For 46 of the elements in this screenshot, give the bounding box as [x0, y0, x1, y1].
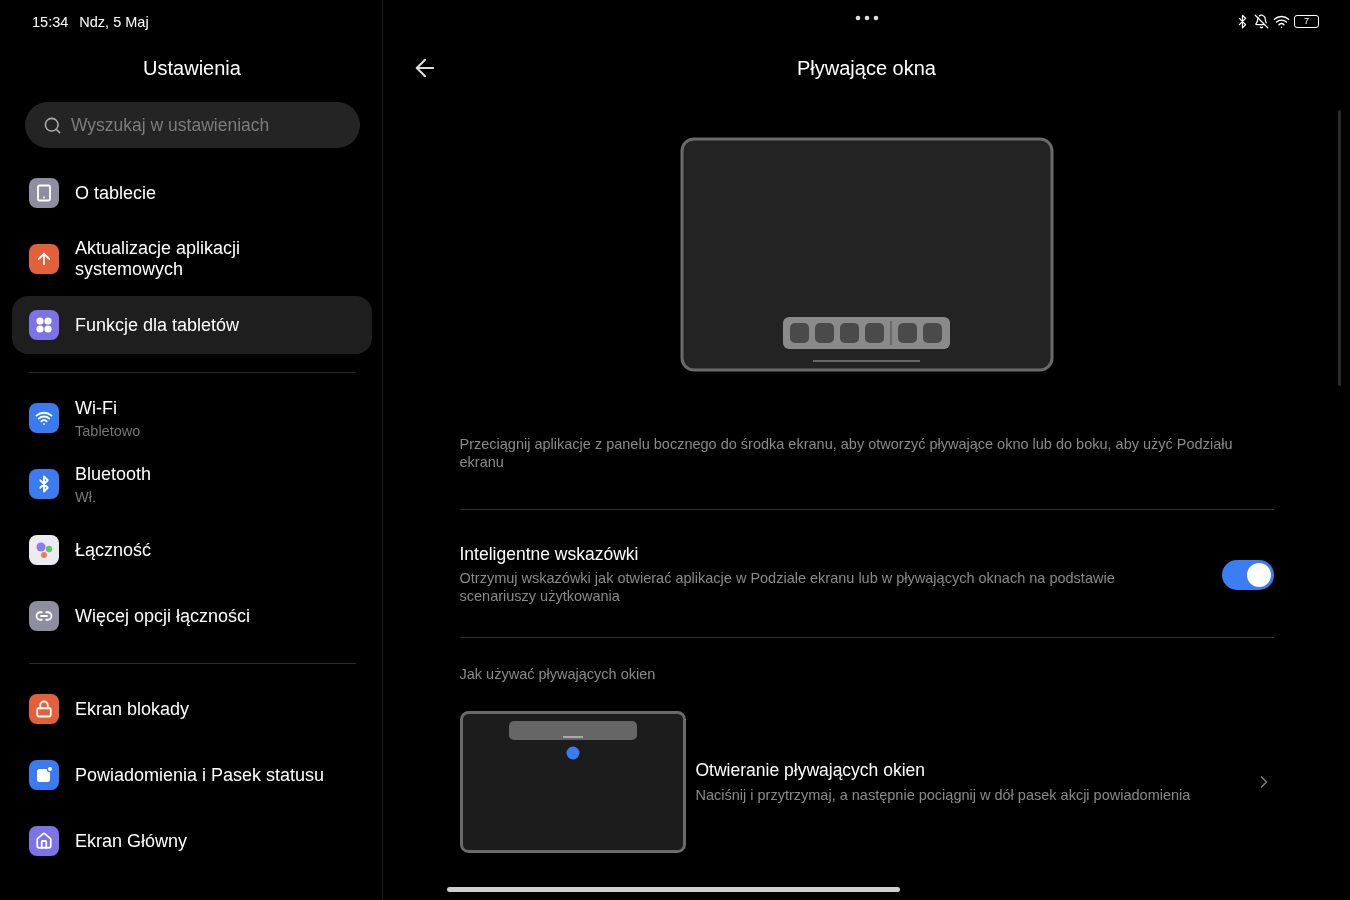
page-title: Pływające okna: [797, 56, 936, 80]
window-handle-icon[interactable]: [854, 15, 879, 21]
status-time: 15:34: [32, 14, 69, 30]
sidebar-item[interactable]: Aktualizacje aplikacji systemowych: [12, 230, 372, 288]
item-label: Ekran Główny: [75, 830, 188, 852]
notification-icon: [35, 766, 53, 784]
item-label: Ekran blokady: [75, 698, 190, 720]
sidebar-item[interactable]: Ekran blokady: [12, 680, 372, 738]
status-date: Ndz, 5 Maj: [79, 14, 149, 30]
four-dots-icon: [35, 316, 53, 334]
search-field[interactable]: Wyszukaj w ustawieniach: [25, 102, 360, 148]
sidebar-item[interactable]: Ekran Główny: [12, 812, 372, 870]
item-subtitle: Wł.: [75, 488, 97, 505]
sidebar-item[interactable]: Łączność: [12, 521, 372, 579]
sidebar-item[interactable]: Wi-Fi Tabletowo: [12, 389, 372, 447]
setting-description: Otrzymuj wskazówki jak otwierać aplikacje w Podziale ekranu lub w pływających oknach na podstawie scenariuszy użytkowania: [459, 569, 1116, 605]
sidebar-item[interactable]: Funkcje dla tabletów: [12, 296, 372, 354]
toggle-switch[interactable]: [1221, 559, 1274, 590]
tutorial-description: Naciśnij i przytrzymaj, a następnie pociągnij w dół pasek akcji powiadomienia: [695, 786, 1192, 804]
page-description: Przeciągnij aplikacje z panelu bocznego do środka ekranu, aby otworzyć pływające okno lub do boku, aby użyć Podziału ekranu: [459, 435, 1234, 471]
sidebar-item[interactable]: O tablecie: [12, 164, 372, 222]
sidebar-title: Ustawienia: [142, 57, 242, 81]
item-label: Powiadomienia i Pasek statusu: [75, 764, 325, 786]
section-label: Jak używać pływających okien: [459, 666, 657, 682]
wifi-icon: [1273, 13, 1290, 30]
sidebar-item[interactable]: Więcej opcji łączności: [12, 587, 372, 645]
wifi-icon: [35, 409, 53, 427]
item-label: Wi-Fi: [75, 397, 118, 419]
sidebar-item[interactable]: Bluetooth Wł.: [12, 455, 372, 513]
item-label: Bluetooth: [75, 463, 152, 485]
item-label: Aktualizacje aplikacji systemowych: [75, 238, 242, 280]
tutorial-item[interactable]: Otwieranie pływających okien Naciśnij i przytrzymaj, a następnie pociągnij w dół pasek akcji powiadomienia: [459, 711, 1274, 853]
setting-title: Inteligentne wskazówki: [459, 544, 640, 565]
tutorial-title: Otwieranie pływających okien: [695, 760, 927, 781]
tablet-icon: [35, 184, 53, 202]
muted-bell-icon: [1254, 14, 1269, 29]
item-label: O tablecie: [75, 182, 157, 204]
item-label: Funkcje dla tabletów: [75, 314, 240, 336]
home-icon: [35, 832, 53, 850]
item-label: Więcej opcji łączności: [75, 605, 251, 627]
search-icon: [43, 116, 62, 135]
lock-icon: [35, 700, 53, 718]
sidebar-item[interactable]: Powiadomienia i Pasek statusu: [12, 746, 372, 804]
item-label: Łączność: [75, 539, 152, 561]
item-subtitle: Tabletowo: [75, 422, 141, 439]
battery-level: 7: [1294, 15, 1319, 28]
